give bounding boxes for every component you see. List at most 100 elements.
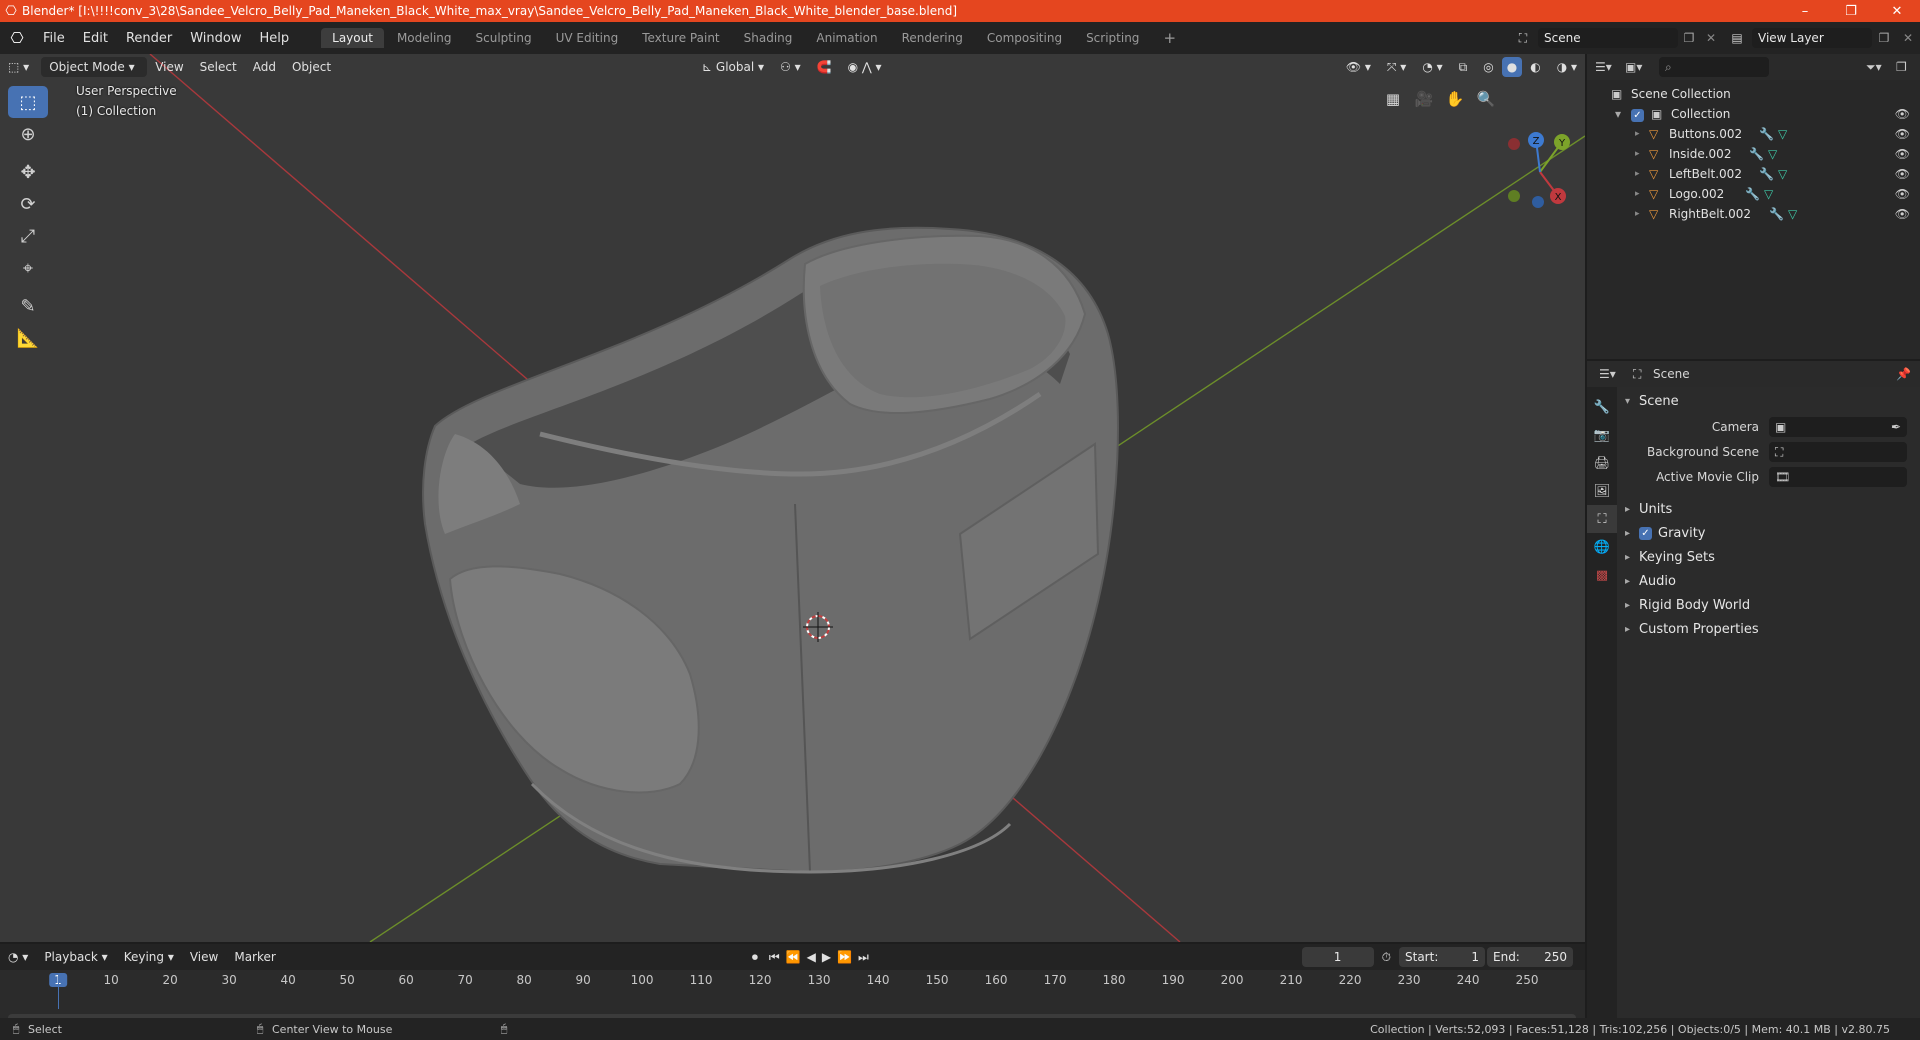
new-collection-icon[interactable]: ❐ [1896,60,1920,74]
custom-properties-panel-header[interactable]: ▸ Custom Properties [1619,617,1920,641]
timeline-editor-type-icon[interactable]: ◔ ▾ [0,947,36,967]
record-keyframe-icon[interactable]: ⏺ [744,947,766,967]
eye-icon[interactable]: 👁 [1895,167,1910,181]
menu-render[interactable]: Render [117,31,181,46]
workspace-tab-sculpting[interactable]: Sculpting [465,28,543,48]
output-tab-icon[interactable]: 🖨 [1587,449,1617,477]
preview-range-icon[interactable]: ⏱ [1374,947,1399,967]
frame-ruler[interactable]: 1102030405060708090100110120130140150160… [0,970,1585,990]
overlay-toggle-icon[interactable]: ◔ ▾ [1414,57,1450,77]
texture-tab-icon[interactable]: ▩ [1587,561,1617,589]
gizmo-toggle-icon[interactable]: ⤧ ▾ [1379,57,1414,77]
eye-icon[interactable]: 👁 [1895,107,1910,121]
rendered-shading-icon[interactable]: ◑ ▾ [1549,57,1585,77]
active-movie-clip-field[interactable]: 🎞 [1769,467,1907,487]
current-frame-field[interactable]: 1 [1301,947,1374,967]
eye-icon[interactable]: 👁 [1895,127,1910,141]
xray-icon[interactable]: ⧉ [1451,57,1476,77]
cursor-tool-icon[interactable]: ⊕ [8,118,48,150]
gravity-checkbox[interactable]: ✓ [1639,526,1652,540]
wireframe-shading-icon[interactable]: ◎ [1475,57,1501,77]
new-scene-icon[interactable]: ❐ [1678,31,1700,45]
outliner-object-row[interactable]: ▸ ▽ LeftBelt.002 🔧 ▽ 👁 [1587,164,1920,184]
pivot-point-icon[interactable]: ⚇ ▾ [772,57,809,77]
rigid-body-world-panel-header[interactable]: ▸ Rigid Body World [1619,593,1920,617]
outliner-search-input[interactable]: ⌕ [1659,57,1769,77]
pan-view-hand-icon[interactable]: ✋ [1440,84,1470,114]
delete-view-layer-icon[interactable]: ✕ [1896,31,1920,45]
expand-arrow-icon[interactable]: ▸ [1635,129,1649,139]
filter-icon[interactable]: ⏷▾ [1866,60,1896,75]
outliner-object-row[interactable]: ▸ ▽ Inside.002 🔧 ▽ 👁 [1587,144,1920,164]
outliner-editor-type-icon[interactable]: ☰▾ [1595,60,1625,74]
expand-arrow-icon[interactable]: ▸ [1635,149,1649,159]
3d-viewport[interactable]: Y X Z ⬚ ▾ Object Mode ▾ View Select Add … [0,54,1585,942]
play-icon[interactable]: ▶ [819,947,834,967]
display-mode-icon[interactable]: ▣▾ [1625,60,1659,74]
scene-panel-header[interactable]: ▾ Scene [1619,389,1920,413]
menu-edit[interactable]: Edit [74,31,117,46]
collection-checkbox[interactable]: ✓ [1631,107,1651,122]
world-tab-icon[interactable]: 🌐 [1587,533,1617,561]
background-scene-field[interactable]: ⛶ [1769,442,1907,462]
scene-selector[interactable]: Scene [1538,28,1678,48]
outliner-object-row[interactable]: ▸ ▽ RightBelt.002 🔧 ▽ 👁 [1587,204,1920,224]
eye-icon[interactable]: 👁 [1895,207,1910,221]
camera-field[interactable]: ▣ ✒ [1769,417,1907,437]
menu-help[interactable]: Help [251,31,299,46]
proportional-editing-icon[interactable]: ◉ ⋀ ▾ [840,57,890,77]
jump-start-icon[interactable]: ⏮ [766,947,783,967]
expand-arrow-icon[interactable]: ▸ [1635,189,1649,199]
properties-editor-type-icon[interactable]: ☰▾ [1599,367,1633,381]
timeline-view-menu[interactable]: View [182,947,226,967]
view-layer-tab-icon[interactable]: 🖼 [1587,477,1617,505]
menu-file[interactable]: File [34,31,74,46]
snap-icon[interactable]: 🧲 [809,57,840,77]
camera-view-icon[interactable]: 🎥 [1409,84,1439,114]
zoom-view-icon[interactable]: 🔍 [1471,84,1501,114]
workspace-tab-animation[interactable]: Animation [805,28,888,48]
delete-scene-icon[interactable]: ✕ [1700,31,1722,45]
menu-object[interactable]: Object [284,57,339,77]
workspace-tab-rendering[interactable]: Rendering [891,28,974,48]
restore-button[interactable]: ❐ [1828,4,1874,19]
add-workspace-button[interactable]: + [1152,26,1187,50]
workspace-tab-compositing[interactable]: Compositing [976,28,1073,48]
tool-tab-icon[interactable]: 🔧 [1587,393,1617,421]
expand-arrow-icon[interactable]: ▾ [1615,107,1631,121]
menu-window[interactable]: Window [181,31,250,46]
marker-menu[interactable]: Marker [226,947,283,967]
keying-sets-panel-header[interactable]: ▸ Keying Sets [1619,545,1920,569]
material-shading-icon[interactable]: ◐ [1522,57,1548,77]
pin-icon[interactable]: 📌 [1896,367,1920,381]
view-layer-selector[interactable]: View Layer [1752,28,1872,48]
visibility-icon[interactable]: 👁 ▾ [1338,57,1379,77]
menu-select[interactable]: Select [192,57,245,77]
editor-type-icon[interactable]: ⬚ ▾ [0,57,37,77]
start-frame-field[interactable]: Start: 1 [1399,947,1485,967]
scene-tab-icon[interactable]: ⛶ [1587,505,1617,533]
units-panel-header[interactable]: ▸ Units [1619,497,1920,521]
workspace-tab-layout[interactable]: Layout [321,28,384,48]
workspace-tab-uv-editing[interactable]: UV Editing [545,28,630,48]
workspace-tab-scripting[interactable]: Scripting [1075,28,1150,48]
blender-menu-icon[interactable]: ⎔ [0,29,34,47]
end-frame-field[interactable]: End: 250 [1487,947,1573,967]
solid-shading-icon[interactable]: ● [1501,57,1523,77]
eyedropper-icon[interactable]: ✒ [1891,420,1907,434]
workspace-tab-texture-paint[interactable]: Texture Paint [631,28,730,48]
workspace-tab-modeling[interactable]: Modeling [386,28,463,48]
view-layer-icon[interactable]: ▤ [1722,31,1752,45]
outliner-collection-row[interactable]: ▾ ✓ ▣ Collection 👁 [1587,104,1920,124]
eye-icon[interactable]: 👁 [1895,187,1910,201]
playback-menu[interactable]: Playback ▾ [36,947,115,967]
keying-menu[interactable]: Keying ▾ [116,947,182,967]
rotate-tool-icon[interactable]: ⟳ [8,188,48,220]
menu-add[interactable]: Add [245,57,284,77]
workspace-tab-shading[interactable]: Shading [733,28,804,48]
playhead-line[interactable] [58,973,59,1009]
eye-icon[interactable]: 👁 [1895,147,1910,161]
measure-tool-icon[interactable]: 📐 [8,322,48,354]
menu-view[interactable]: View [147,57,191,77]
new-view-layer-icon[interactable]: ❐ [1872,31,1896,45]
